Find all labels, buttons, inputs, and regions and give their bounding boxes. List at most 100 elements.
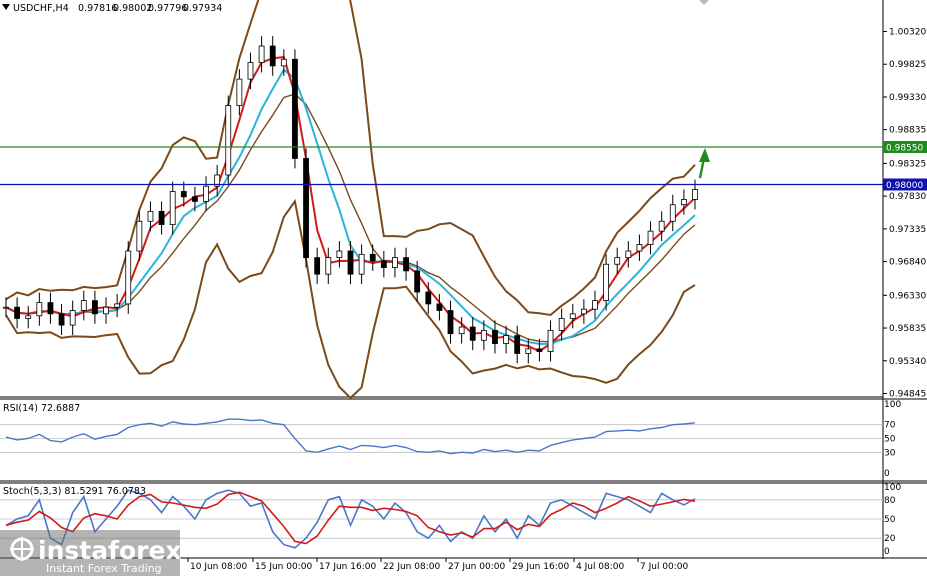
candle-body (503, 335, 509, 344)
open-value: 0.97816 (78, 3, 117, 14)
candle-body (292, 58, 298, 159)
candle-body (80, 300, 87, 311)
time-tick-label: 17 Jun 16:00 (319, 562, 376, 572)
candle-body (247, 62, 254, 80)
candle-body (269, 45, 276, 67)
candle-body (203, 185, 209, 202)
candle-body (280, 58, 287, 67)
time-tick-label: 4 Jul 08:00 (576, 562, 625, 572)
candle-body (69, 310, 76, 326)
candle-body (536, 348, 543, 352)
high-value: 0.98002 (113, 3, 152, 14)
candle-body (14, 306, 21, 319)
candle-body (314, 257, 321, 275)
stoch-title: Stoch(5,3,3) 81.5291 76.0783 (3, 486, 146, 497)
instaforex-watermark: instaforex Instant Forex Trading (0, 530, 182, 576)
chart-window[interactable]: 100 70 50 30 0 100 80 50 20 0 1.00320 0.99825 0.99… (0, 0, 927, 576)
candle-body (147, 210, 154, 222)
price-tick-label: 0.98835 (889, 126, 926, 136)
candle-body (525, 348, 532, 354)
candle-body (92, 300, 98, 315)
time-tick-label: 15 Jun 00:00 (255, 562, 312, 572)
rsi-tick-label: 100 (884, 400, 901, 410)
candle-body (658, 220, 665, 232)
candle-body (514, 335, 521, 354)
candle-body (125, 250, 132, 305)
candle-body (592, 300, 598, 310)
candle-body (403, 257, 409, 272)
low-value: 0.97796 (148, 3, 187, 14)
time-tick-label: 29 Jun 16:00 (512, 562, 569, 572)
candle-body (614, 257, 621, 265)
candle-body (692, 189, 698, 200)
price-tick-label: 0.97830 (889, 192, 926, 202)
candle-body (136, 220, 143, 252)
candle-body (36, 302, 43, 317)
time-tick-label: 27 Jun 00:00 (448, 562, 505, 572)
candle-body (158, 210, 165, 225)
candle-body (647, 230, 654, 245)
candle-body (258, 45, 265, 63)
candle-body (569, 313, 576, 319)
price-tick-label: 0.94845 (889, 390, 926, 400)
candle-body (680, 199, 687, 206)
stoch-tick-label: 80 (884, 496, 896, 506)
close-value: 0.97934 (183, 3, 222, 14)
candle-body (436, 303, 443, 311)
candle-body (358, 253, 365, 275)
candle-body (669, 204, 676, 222)
price-tick-label: 0.99330 (889, 93, 926, 103)
candle-body (103, 306, 109, 315)
candle-body (603, 263, 609, 302)
watermark-brand: instaforex (38, 536, 182, 565)
candle-body (414, 270, 421, 293)
price-tick-label: 0.95835 (889, 324, 926, 334)
candle-body (547, 329, 554, 352)
candle-body (180, 191, 187, 198)
candle-body (492, 329, 498, 344)
stoch-tick-label: 0 (884, 547, 890, 557)
resistance-price-label: 0.98550 (886, 144, 923, 154)
symbol-label: USDCHF,H4 (13, 3, 69, 14)
candle-body (236, 78, 243, 106)
price-tick-label: 0.98325 (889, 159, 926, 169)
time-tick-label: 22 Jun 08:00 (383, 562, 440, 572)
price-tick-label: 0.97335 (889, 225, 926, 235)
stoch-tick-label: 20 (884, 534, 896, 544)
candle-body (380, 260, 387, 268)
candle-body (458, 326, 465, 335)
candle-body (558, 318, 565, 331)
candle-body (225, 105, 232, 176)
candle-body (469, 326, 476, 341)
price-tick-label: 0.96330 (889, 291, 926, 301)
candle-body (480, 329, 487, 341)
support-price-label: 0.98000 (886, 181, 923, 191)
time-tick-label: 7 Jul 00:00 (640, 562, 689, 572)
price-tick-label: 0.96840 (889, 258, 926, 268)
watermark-tagline: Instant Forex Trading (46, 562, 162, 575)
candle-body (336, 250, 343, 259)
candle-body (369, 253, 376, 262)
candle-body (3, 306, 9, 309)
rsi-tick-label: 50 (884, 435, 896, 445)
candle-body (392, 257, 398, 268)
rsi-tick-label: 0 (884, 469, 890, 479)
price-tick-label: 0.95340 (889, 357, 926, 367)
candle-body (114, 303, 121, 308)
candle-body (25, 315, 32, 319)
candle-body (303, 158, 309, 259)
time-tick-label: 10 Jun 08:00 (190, 562, 247, 572)
candle-body (192, 196, 198, 202)
candle-body (169, 191, 176, 225)
candle-body (625, 250, 632, 259)
price-tick-label: 1.00320 (889, 28, 926, 38)
rsi-tick-label: 30 (884, 448, 896, 458)
stoch-tick-label: 50 (884, 515, 896, 525)
candle-body (447, 310, 454, 335)
candle-body (347, 250, 354, 275)
candle-body (636, 244, 643, 252)
price-tick-label: 0.99825 (889, 60, 926, 70)
candle-body (425, 291, 432, 305)
rsi-tick-label: 70 (884, 421, 896, 431)
candle-body (325, 257, 332, 275)
